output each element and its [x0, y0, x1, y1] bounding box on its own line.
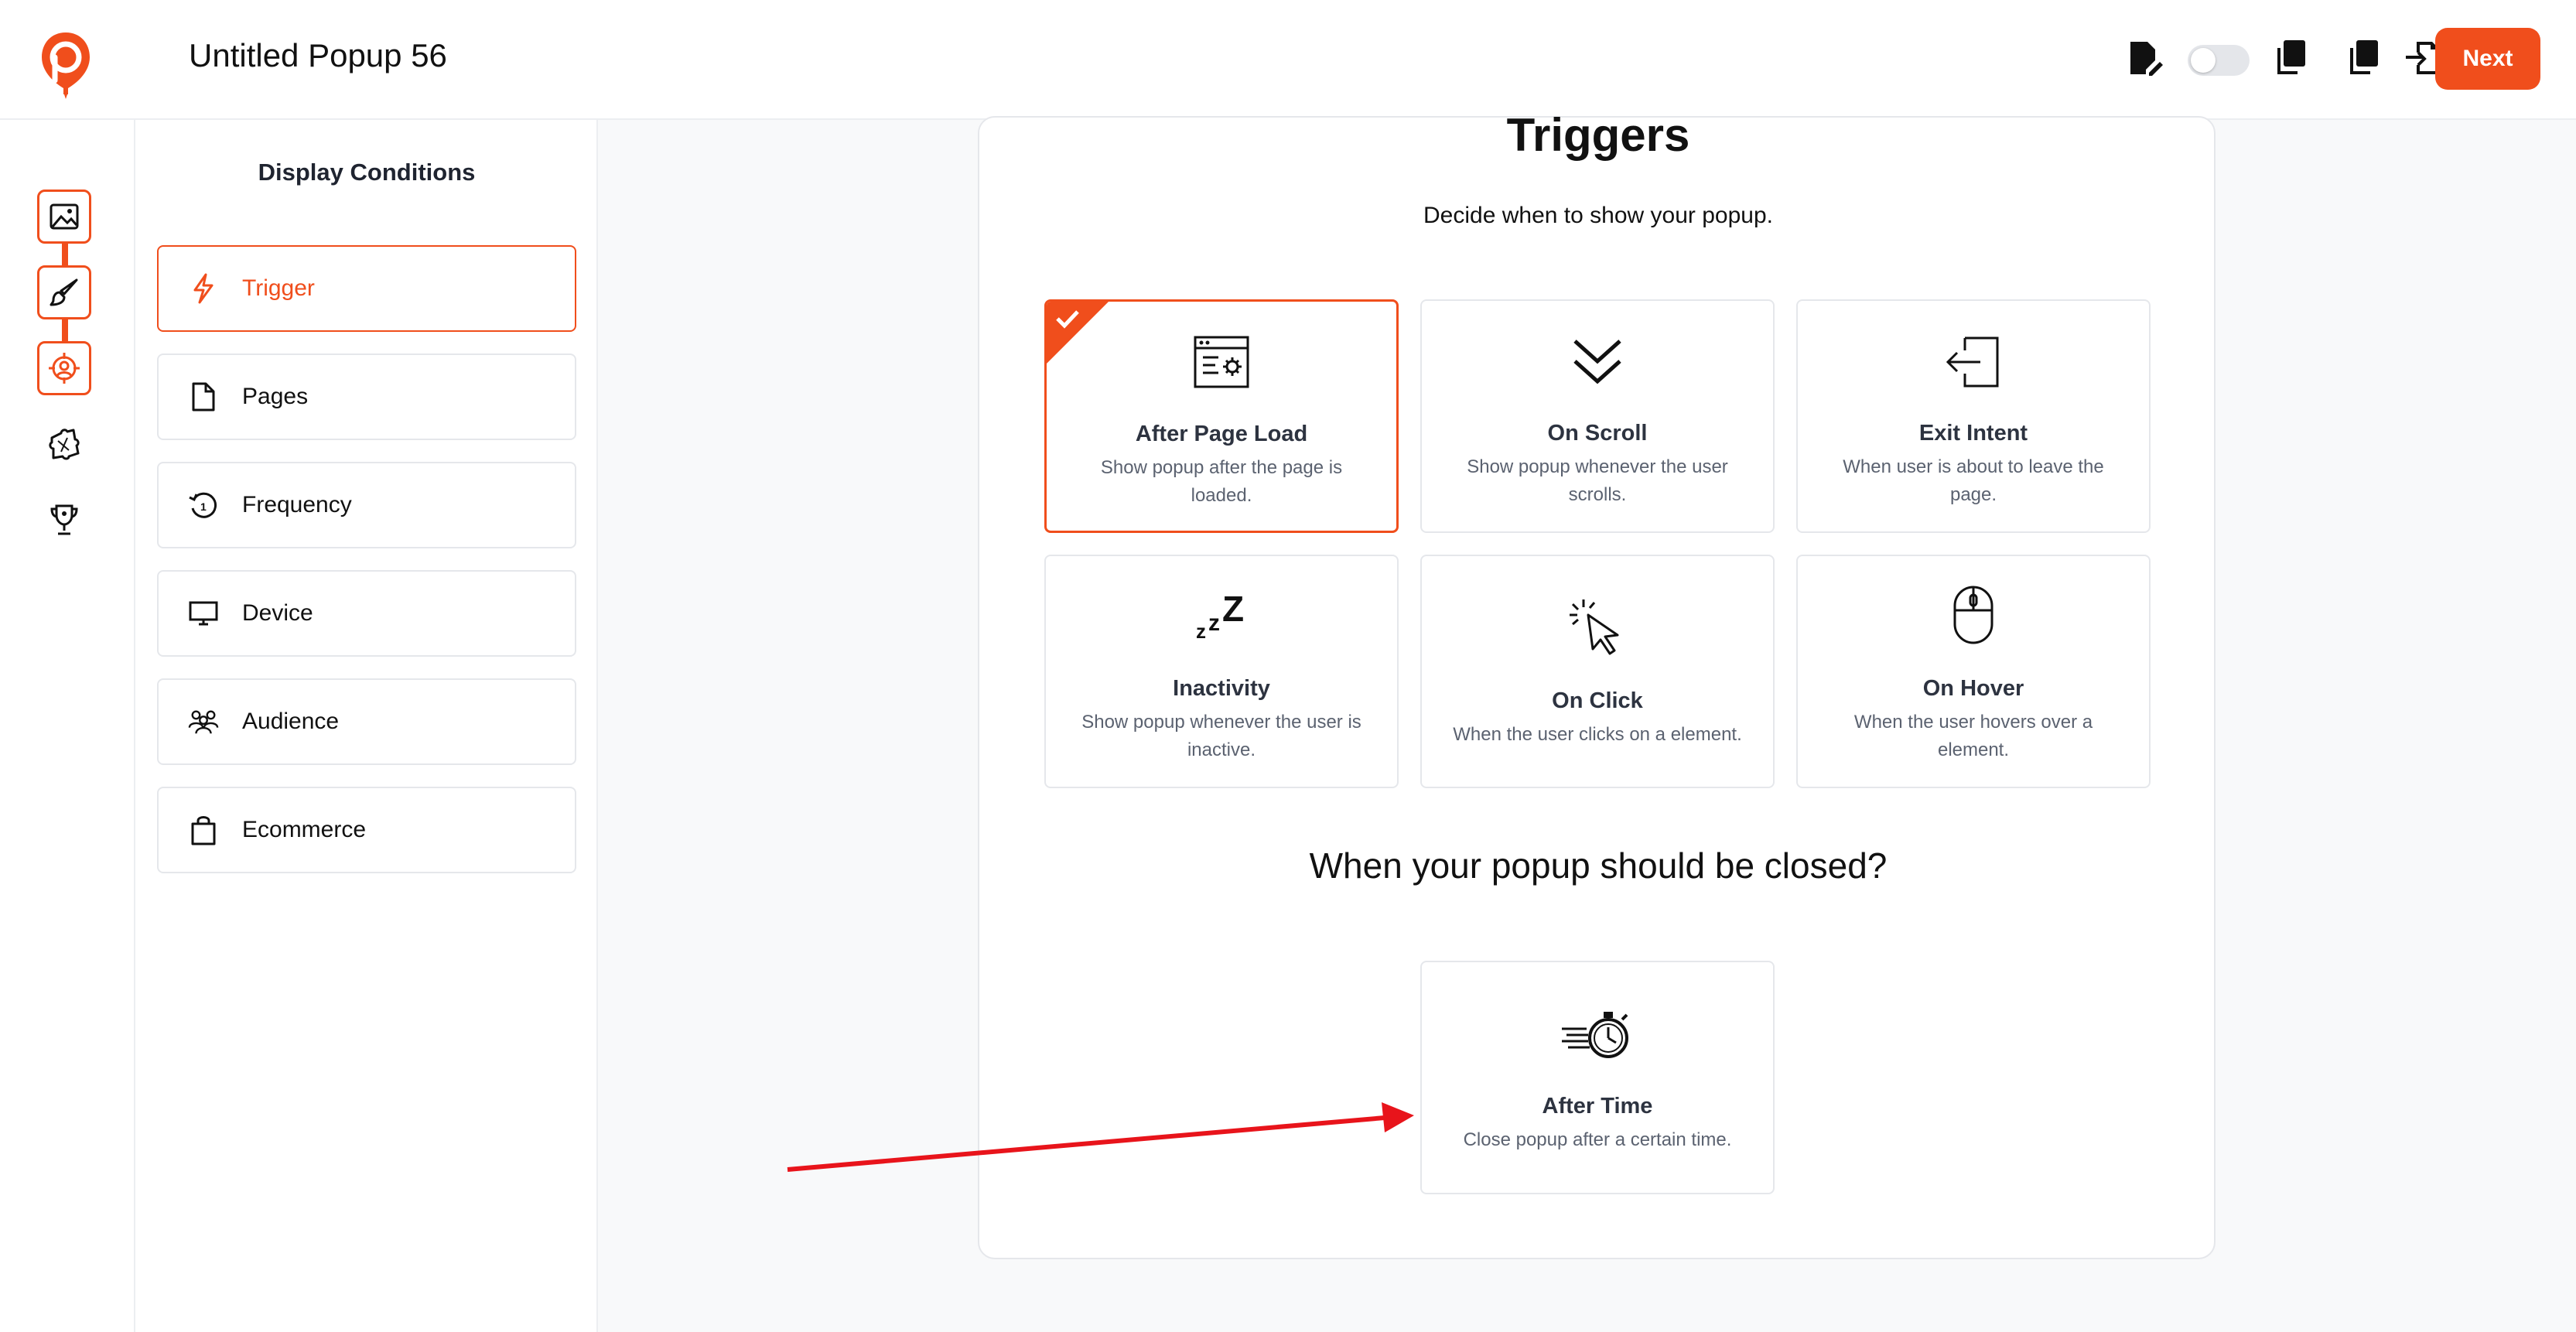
annotation-arrow — [787, 1102, 1414, 1172]
